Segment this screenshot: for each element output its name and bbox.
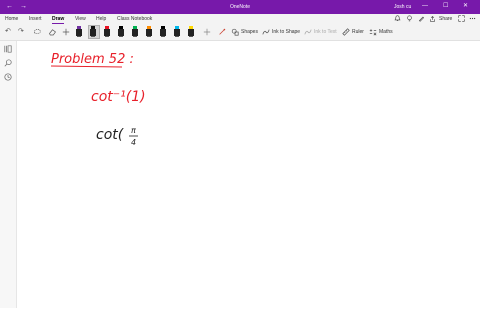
maths-button[interactable]: Maths: [379, 29, 393, 35]
pen-4-icon[interactable]: [118, 26, 124, 37]
redo-icon[interactable]: ↷: [18, 28, 24, 36]
tab-home[interactable]: Home: [5, 16, 18, 22]
ink-to-shape-button[interactable]: Ink to Shape: [272, 29, 300, 35]
page-canvas[interactable]: Problem 52 : cot⁻¹(1) cot( π 4: [17, 41, 480, 308]
pen-9-icon[interactable]: [188, 26, 194, 37]
tab-class-notebook[interactable]: Class Notebook: [117, 16, 152, 22]
user-name[interactable]: Josh cu: [394, 4, 411, 10]
pen-6-icon[interactable]: [146, 26, 152, 37]
cot-inverse-ink: cot⁻¹(1): [91, 89, 146, 105]
add-pen-icon[interactable]: [203, 28, 211, 39]
ink-to-text-icon: [304, 28, 312, 39]
search-icon[interactable]: [4, 59, 12, 70]
title-bar: ← → OneNote Josh cu — ☐ ✕: [0, 0, 480, 14]
cot-expression-ink: cot(: [96, 127, 124, 143]
ink-replay-icon[interactable]: [218, 28, 226, 39]
draw-toolbar: ↶ ↷ Shapes Ink to Shape Ink to Text Rule…: [0, 24, 480, 41]
ink-drawing: Problem 52 : cot⁻¹(1) cot( π 4: [50, 52, 146, 147]
pen-1-icon[interactable]: [76, 26, 82, 37]
shapes-button[interactable]: Shapes: [241, 29, 258, 35]
maximize-icon[interactable]: ☐: [443, 2, 448, 10]
pen-3-icon[interactable]: [104, 26, 110, 37]
ribbon-tabs: Home Insert Draw View Help Class Noteboo…: [0, 14, 480, 24]
ruler-button[interactable]: Ruler: [352, 29, 364, 35]
notebooks-icon[interactable]: [4, 45, 12, 56]
tab-draw[interactable]: Draw: [52, 16, 64, 22]
pen-5-icon[interactable]: [132, 26, 138, 37]
minimize-icon[interactable]: —: [422, 2, 428, 10]
shapes-icon[interactable]: [231, 28, 239, 39]
undo-icon[interactable]: ↶: [5, 28, 11, 36]
tab-view[interactable]: View: [75, 16, 86, 22]
close-icon[interactable]: ✕: [463, 2, 468, 10]
navigation-sidebar: [0, 41, 17, 308]
heading-ink: Problem 52 :: [51, 52, 134, 67]
share-icon[interactable]: [429, 15, 436, 24]
pen-7-icon[interactable]: [160, 26, 166, 37]
more-options-icon[interactable]: [469, 15, 476, 24]
lasso-select-icon[interactable]: [33, 28, 42, 39]
fraction-denominator-ink: 4: [131, 138, 136, 147]
pen-mode-icon[interactable]: [418, 15, 425, 24]
fraction-numerator-ink: π: [131, 126, 136, 135]
tab-insert[interactable]: Insert: [29, 16, 42, 22]
eraser-icon[interactable]: [48, 28, 57, 39]
fullscreen-icon[interactable]: [458, 15, 465, 24]
ruler-icon[interactable]: [342, 28, 350, 39]
ink-to-text-button: Ink to Text: [314, 29, 337, 35]
bell-icon[interactable]: [394, 15, 401, 24]
ink-to-shape-icon[interactable]: [262, 28, 270, 39]
lightbulb-icon[interactable]: [406, 15, 413, 24]
maths-icon[interactable]: [369, 28, 377, 39]
recent-icon[interactable]: [4, 73, 12, 84]
pen-2-icon[interactable]: [90, 26, 96, 37]
tab-help[interactable]: Help: [96, 16, 106, 22]
add-space-icon[interactable]: [62, 28, 70, 39]
share-button[interactable]: Share: [439, 16, 452, 22]
pen-8-icon[interactable]: [174, 26, 180, 37]
